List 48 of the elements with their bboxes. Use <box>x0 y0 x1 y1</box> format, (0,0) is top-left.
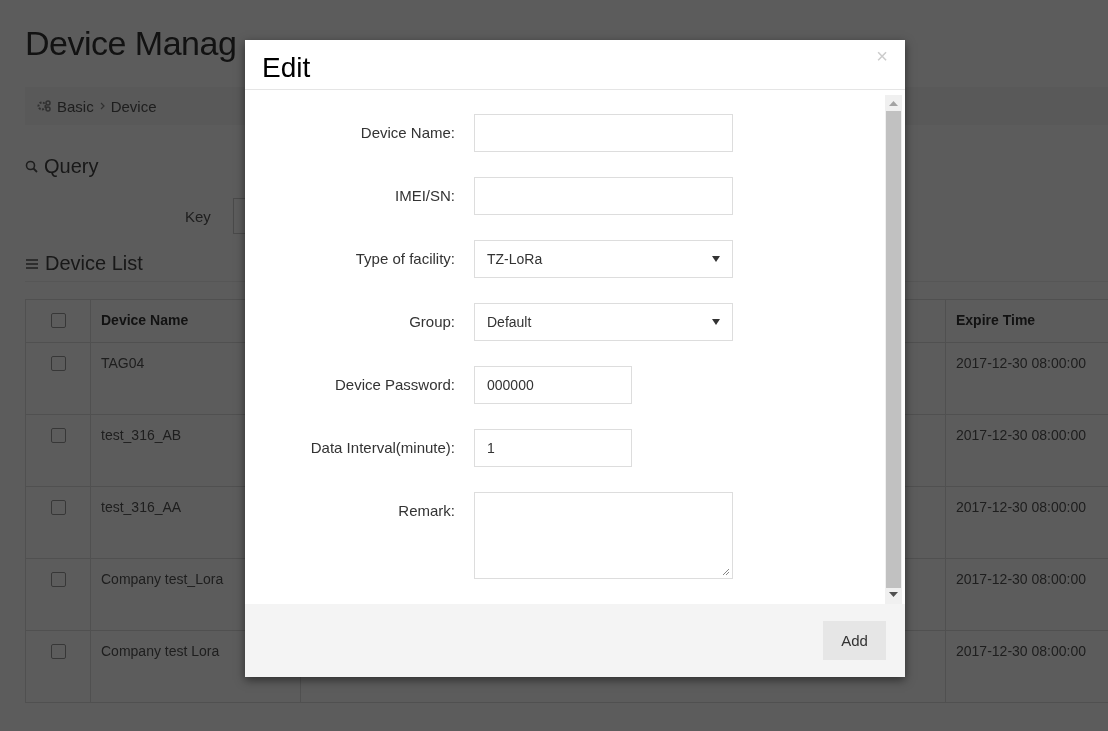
table-cell: 2017-12-30 08:00:00 <box>956 355 1086 371</box>
column-header: Expire Time <box>945 299 1108 343</box>
field-label: Group: <box>409 312 455 332</box>
resize-grip-icon[interactable] <box>721 567 730 576</box>
field-label: Type of facility: <box>355 249 455 269</box>
field-label: Device Password: <box>334 375 455 395</box>
field-label: IMEI/SN: <box>395 186 455 206</box>
scroll-up-arrow-icon[interactable] <box>889 101 898 107</box>
table-cell: 2017-12-30 08:00:00 <box>956 571 1086 587</box>
checkbox[interactable] <box>50 644 66 659</box>
table-cell: TAG04 <box>101 355 145 371</box>
text-field[interactable]: 000000 <box>474 366 632 404</box>
chevron-icon <box>99 102 105 110</box>
add-button[interactable]: Add <box>823 621 886 660</box>
section-heading: Device List <box>45 252 143 275</box>
checkbox[interactable] <box>50 428 66 443</box>
page-title: Device Manag <box>25 23 237 64</box>
text-field[interactable]: 1 <box>474 429 632 467</box>
caret-icon <box>712 319 720 325</box>
table-cell: Company test Lora <box>101 643 220 659</box>
text-field[interactable] <box>474 114 733 152</box>
table-cell: test_316_AA <box>101 499 182 515</box>
text-field[interactable] <box>474 177 733 215</box>
caret-icon <box>712 256 720 262</box>
dropdown[interactable]: TZ-LoRa <box>474 240 733 278</box>
checkbox[interactable] <box>50 313 66 328</box>
table-cell: test_316_AB <box>101 427 182 443</box>
remark-field[interactable] <box>474 492 733 579</box>
checkbox[interactable] <box>50 572 66 587</box>
list-icon <box>25 257 39 270</box>
checkbox[interactable] <box>50 356 66 371</box>
dropdown[interactable]: Default <box>474 303 733 341</box>
field-label: Device Name: <box>360 123 455 143</box>
scrollbar[interactable] <box>885 95 902 604</box>
section-heading: Query <box>44 155 99 178</box>
table-cell: 2017-12-30 08:00:00 <box>956 499 1086 515</box>
gears-icon <box>37 100 51 112</box>
field-label: Remark: <box>398 501 455 521</box>
checkbox[interactable] <box>50 500 66 515</box>
field-label: Key <box>185 207 211 225</box>
table-cell: 2017-12-30 08:00:00 <box>956 427 1086 443</box>
dialog-title: Edit <box>262 51 311 84</box>
breadcrumb-current: Device <box>110 97 157 115</box>
table-cell: Company test_Lora <box>101 571 224 587</box>
field-label: Data Interval(minute): <box>310 438 455 458</box>
table-cell: 2017-12-30 08:00:00 <box>956 643 1086 659</box>
scroll-down-arrow-icon[interactable] <box>889 592 898 598</box>
search-icon <box>25 160 38 173</box>
